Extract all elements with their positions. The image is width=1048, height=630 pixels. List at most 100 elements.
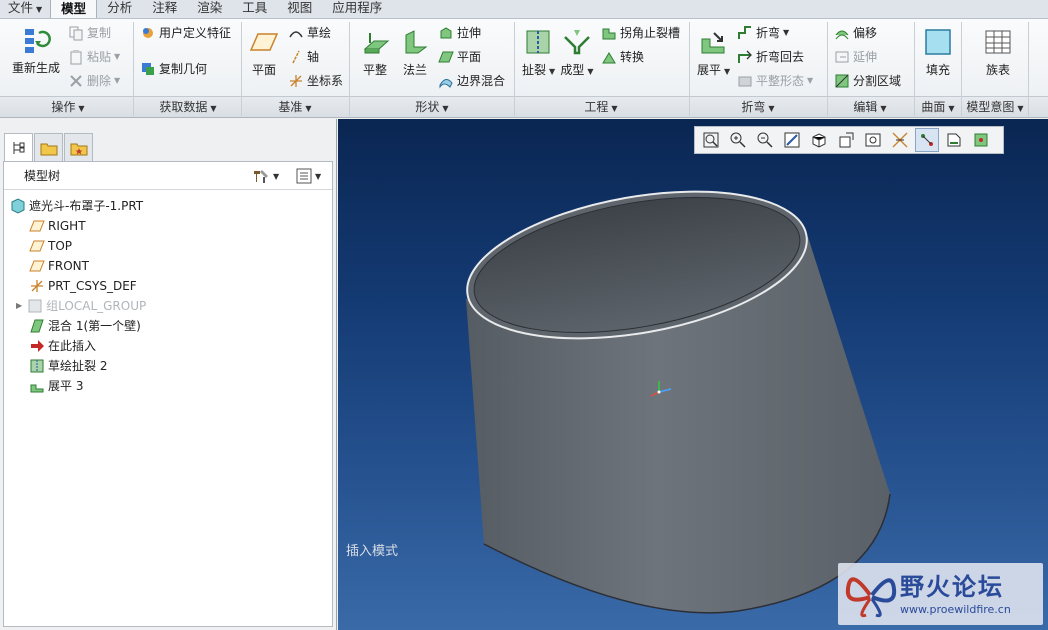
tab-view[interactable]: 视图 (277, 0, 322, 18)
chevron-down-icon: ▼ (114, 52, 121, 61)
plane-button[interactable]: 平面 (248, 27, 280, 78)
split-area-button[interactable]: 分割区域 (834, 71, 901, 91)
csys-icon (31, 280, 43, 292)
tree-item-part[interactable]: 遮光斗-布罩子-1.PRT (10, 196, 143, 216)
tree-show-button[interactable]: ▼ (296, 168, 321, 184)
bend-button[interactable]: 折弯 ▼ (737, 23, 789, 43)
tree-item-label: RIGHT (48, 219, 86, 233)
group-shapes-menu[interactable]: 形状 ▼ (415, 99, 448, 116)
extrude-icon (440, 27, 452, 39)
model-geometry[interactable] (338, 119, 1048, 630)
tab-favorites[interactable] (64, 133, 93, 161)
family-table-button[interactable]: 族表 (978, 27, 1018, 78)
group-engineering-label: 工程 (584, 100, 609, 114)
extrude-button[interactable]: 拉伸 (438, 23, 481, 43)
group-model-intent-menu[interactable]: 模型意图 ▼ (966, 99, 1023, 116)
graphics-viewport[interactable]: 插入模式 野火论坛 www.proewildfire.cn (338, 119, 1048, 630)
copy-geometry-button[interactable]: 复制几何 (140, 59, 207, 79)
group-bends-menu[interactable]: 折弯 ▼ (741, 99, 774, 116)
tree-item-insert-here[interactable]: 在此插入 (29, 336, 96, 356)
tab-folder-browser[interactable] (34, 133, 63, 161)
chevron-down-icon: ▼ (783, 28, 790, 37)
tree-item-blend[interactable]: 混合 1(第一个壁) (29, 316, 141, 336)
flat-wall-button[interactable]: 平整 (358, 27, 392, 78)
boundary-blend-button[interactable]: 边界混合 (438, 71, 505, 91)
tree-settings-button[interactable]: ▼ (252, 168, 279, 184)
offset-icon (835, 30, 849, 40)
tree-item-front-plane[interactable]: FRONT (29, 256, 89, 276)
tab-tools[interactable]: 工具 (232, 0, 277, 18)
group-datum-menu[interactable]: 基准 ▼ (278, 99, 311, 116)
tree-item-sketched-rip[interactable]: 草绘扯裂 2 (29, 356, 107, 376)
tab-file-label: 文件 (8, 0, 34, 15)
copy-geometry-label: 复制几何 (159, 62, 208, 76)
split-area-icon (835, 74, 849, 88)
tab-model-tree[interactable] (4, 133, 33, 161)
flange-button[interactable]: 法兰 (398, 27, 432, 78)
list-icon (296, 168, 312, 184)
group-engineering-menu[interactable]: 工程 ▼ (584, 99, 617, 116)
tree-item-local-group[interactable]: ▶ 组LOCAL_GROUP (16, 296, 146, 316)
group-datum-label: 基准 (278, 100, 303, 114)
regenerate-button[interactable]: 重新生成 (8, 25, 64, 76)
rip-button[interactable]: 扯裂 ▼ (522, 27, 556, 78)
form-button[interactable]: 成型 ▼ (560, 27, 594, 78)
sketch-icon (289, 31, 303, 38)
chevron-down-icon: ▼ (549, 67, 556, 76)
tab-file[interactable]: 文件 ▼ (0, 0, 50, 18)
user-defined-feature-button[interactable]: 用户定义特征 (140, 23, 231, 43)
copy-button[interactable]: 复制 (68, 23, 111, 43)
group-divider (914, 22, 915, 116)
flat-pattern-button[interactable]: 平整形态 ▼ (737, 71, 813, 91)
tab-model[interactable]: 模型 (50, 0, 98, 18)
tree-item-unbend[interactable]: 展平 3 (29, 376, 83, 396)
extend-label: 延伸 (853, 50, 878, 64)
expand-arrow-icon[interactable]: ▶ (16, 296, 22, 316)
group-surfaces-menu[interactable]: 曲面 ▼ (921, 99, 954, 116)
tree-item-label: 在此插入 (48, 339, 97, 353)
sketch-button[interactable]: 草绘 (288, 23, 331, 43)
planar-button[interactable]: 平面 (438, 47, 481, 67)
flat-wall-icon (363, 33, 390, 54)
chevron-down-icon: ▼ (880, 104, 887, 113)
chevron-down-icon: ▼ (1017, 104, 1024, 113)
tab-applications[interactable]: 应用程序 (322, 0, 392, 18)
butterfly-logo-icon (845, 577, 897, 618)
tab-analysis[interactable]: 分析 (97, 0, 142, 18)
datum-plane-icon (29, 260, 45, 272)
axis-button[interactable]: 轴 (288, 47, 319, 67)
extend-button[interactable]: 延伸 (834, 47, 877, 67)
creo-window: 文件 ▼ 模型 分析 注释 渲染 工具 视图 应用程序 重新生成 复制 粘贴 ▼ 删… (0, 0, 1048, 630)
rip-label: 扯裂 (522, 63, 547, 77)
unbend-icon (701, 32, 725, 54)
form-icon (564, 30, 590, 55)
folder-icon (40, 143, 57, 155)
group-editing-menu[interactable]: 编辑 ▼ (853, 99, 886, 116)
coordinate-system-button[interactable]: 坐标系 (288, 71, 343, 91)
group-get-data-menu[interactable]: 获取数据 ▼ (159, 99, 216, 116)
group-operations-menu[interactable]: 操作 ▼ (51, 99, 84, 116)
convert-button[interactable]: 转换 (601, 47, 644, 67)
csys-icon (290, 75, 302, 87)
tree-item-top-plane[interactable]: TOP (29, 236, 72, 256)
menu-tab-bar: 文件 ▼ 模型 分析 注释 渲染 工具 视图 应用程序 (0, 0, 1048, 19)
group-get-data-label: 获取数据 (159, 100, 208, 114)
unbend-button[interactable]: 展平 ▼ (697, 27, 730, 78)
tree-item-right-plane[interactable]: RIGHT (29, 216, 86, 236)
rip-icon (526, 30, 550, 54)
offset-button[interactable]: 偏移 (834, 23, 877, 43)
tab-annotate[interactable]: 注释 (142, 0, 187, 18)
tree-item-csys[interactable]: PRT_CSYS_DEF (29, 276, 137, 296)
extend-icon (835, 51, 849, 63)
paste-button[interactable]: 粘贴 ▼ (68, 47, 120, 67)
bend-back-button[interactable]: 折弯回去 (737, 47, 804, 67)
chevron-down-icon: ▼ (273, 171, 280, 181)
chevron-down-icon: ▼ (948, 104, 955, 113)
tree-item-label: TOP (48, 239, 73, 253)
delete-button[interactable]: 删除 ▼ (68, 71, 120, 91)
fill-button[interactable]: 填充 (922, 27, 954, 78)
tab-render[interactable]: 渲染 (187, 0, 232, 18)
chevron-down-icon: ▼ (305, 104, 312, 113)
csys-label: 坐标系 (307, 74, 344, 88)
corner-relief-button[interactable]: 拐角止裂槽 (601, 23, 680, 43)
